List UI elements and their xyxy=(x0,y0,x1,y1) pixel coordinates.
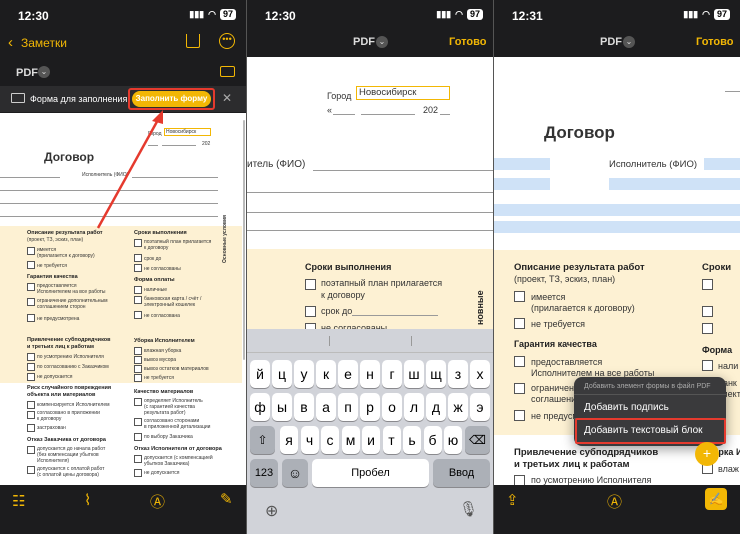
city-value: Новосибирск xyxy=(359,87,417,98)
status-time: 12:31 xyxy=(512,9,543,23)
executor-label: итель (ФИО) xyxy=(247,159,306,170)
notes-pdf-screen: 12:30 ▮▮▮ ◠ 97 ‹ Заметки ••• PDF ⌄ Форма… xyxy=(0,0,246,534)
key[interactable]: е xyxy=(338,360,358,388)
key[interactable]: т xyxy=(382,426,401,454)
city-label: Город xyxy=(327,91,352,101)
key[interactable]: л xyxy=(404,393,424,421)
status-bar: 12:30 ▮▮▮ ◠ 97 xyxy=(247,0,493,30)
key[interactable]: ф xyxy=(250,393,270,421)
battery-icon: 97 xyxy=(466,9,483,20)
key[interactable]: щ xyxy=(426,360,446,388)
pdf-edit-keyboard-screen: 12:30 ▮▮▮ ◠ 97 PDF ⌄ Готово Город Новоси… xyxy=(247,0,493,534)
form-fill-icon[interactable]: ✍ xyxy=(705,488,727,510)
annotation-arrow xyxy=(96,110,163,229)
key[interactable]: ы xyxy=(272,393,292,421)
compose-icon[interactable]: ✎ xyxy=(220,490,233,508)
key[interactable]: а xyxy=(316,393,336,421)
key[interactable]: у xyxy=(294,360,314,388)
checkbox[interactable] xyxy=(702,306,713,317)
executor-label: Исполнитель (ФИО) xyxy=(609,159,698,170)
key[interactable]: х xyxy=(470,360,490,388)
markup-icon[interactable]: Ⓐ xyxy=(607,491,622,512)
space-key[interactable]: Пробел xyxy=(312,459,429,487)
key[interactable]: в xyxy=(294,393,314,421)
key[interactable]: ш xyxy=(404,360,424,388)
checkbox[interactable] xyxy=(514,291,525,302)
key[interactable]: р xyxy=(360,393,380,421)
backspace-key[interactable]: ⌫ xyxy=(465,426,490,454)
pdf-add-element-screen: 12:31 ▮▮▮ ◠ 97 PDF ⌄ Готово Договор Испо… xyxy=(494,0,740,534)
add-text-block-item[interactable]: Добавить текстовый блок xyxy=(584,425,703,436)
key[interactable]: ч xyxy=(300,426,319,454)
pdf-title: PDF xyxy=(353,36,375,48)
checkbox[interactable] xyxy=(702,360,713,371)
numbers-key[interactable]: 123 xyxy=(250,459,278,487)
form-field[interactable] xyxy=(704,158,740,170)
checkbox[interactable] xyxy=(514,410,525,421)
key[interactable]: ц xyxy=(272,360,292,388)
signal-icon: ▮▮▮ xyxy=(436,9,452,19)
markup-icon[interactable]: Ⓐ xyxy=(150,491,165,512)
key[interactable]: н xyxy=(360,360,380,388)
key[interactable]: э xyxy=(470,393,490,421)
key[interactable]: с xyxy=(321,426,339,454)
paperclip-icon[interactable]: ⌇ xyxy=(84,491,91,509)
emoji-key[interactable]: ☺ xyxy=(282,459,308,487)
key[interactable]: п xyxy=(338,393,358,421)
key[interactable]: и xyxy=(362,426,380,454)
wifi-icon: ◠ xyxy=(702,9,710,19)
suggestion-bar xyxy=(247,329,493,353)
pdf-page: Город Новосибирск « 202 итель (ФИО) Срок… xyxy=(247,57,493,334)
done-button[interactable]: Готово xyxy=(449,36,486,48)
globe-icon[interactable]: ⊕ xyxy=(265,501,278,521)
shift-key[interactable]: ⇧ xyxy=(250,426,275,454)
checkbox[interactable] xyxy=(702,323,713,334)
key[interactable]: о xyxy=(382,393,402,421)
key[interactable]: к xyxy=(316,360,336,388)
checkbox[interactable] xyxy=(514,356,525,367)
status-bar: 12:31 ▮▮▮ ◠ 97 xyxy=(494,0,740,30)
chevron-down-icon[interactable]: ⌄ xyxy=(623,36,635,48)
share-icon[interactable]: ⇪ xyxy=(506,491,519,509)
done-button[interactable]: Готово xyxy=(696,36,733,48)
enter-key[interactable]: Ввод xyxy=(433,459,490,487)
chevron-down-icon[interactable]: ⌄ xyxy=(376,36,388,48)
pdf-title: PDF xyxy=(600,36,622,48)
checkbox[interactable] xyxy=(514,318,525,329)
key[interactable]: з xyxy=(448,360,468,388)
key[interactable]: м xyxy=(341,426,360,454)
form-field[interactable] xyxy=(494,158,550,170)
key[interactable]: б xyxy=(423,426,442,454)
menu-header: Добавить элемент формы в файл PDF xyxy=(584,383,711,390)
form-field[interactable] xyxy=(494,178,550,190)
signal-icon: ▮▮▮ xyxy=(683,9,699,19)
checkbox[interactable] xyxy=(305,279,316,290)
checklist-icon[interactable]: ☷ xyxy=(12,492,25,510)
bottom-toolbar xyxy=(0,485,246,534)
key[interactable]: г xyxy=(382,360,402,388)
key[interactable]: я xyxy=(280,426,298,454)
key[interactable]: ю xyxy=(444,426,462,454)
key[interactable]: д xyxy=(426,393,446,421)
microphone-icon[interactable]: 🎙 xyxy=(459,500,478,518)
add-signature-item[interactable]: Добавить подпись xyxy=(584,402,669,413)
terms-section xyxy=(247,249,493,329)
battery-icon: 97 xyxy=(713,9,730,20)
status-time: 12:30 xyxy=(265,9,296,23)
form-field[interactable] xyxy=(494,204,740,216)
key[interactable]: ь xyxy=(403,426,421,454)
add-element-button[interactable]: + xyxy=(695,442,719,466)
wifi-icon: ◠ xyxy=(455,9,463,19)
checkbox[interactable] xyxy=(305,306,316,317)
doc-title: Договор xyxy=(544,123,615,142)
checkbox[interactable] xyxy=(514,383,525,394)
form-field[interactable] xyxy=(494,221,740,233)
key[interactable]: ж xyxy=(448,393,468,421)
form-field[interactable] xyxy=(609,178,740,190)
key[interactable]: й xyxy=(250,360,270,388)
checkbox[interactable] xyxy=(702,279,713,290)
